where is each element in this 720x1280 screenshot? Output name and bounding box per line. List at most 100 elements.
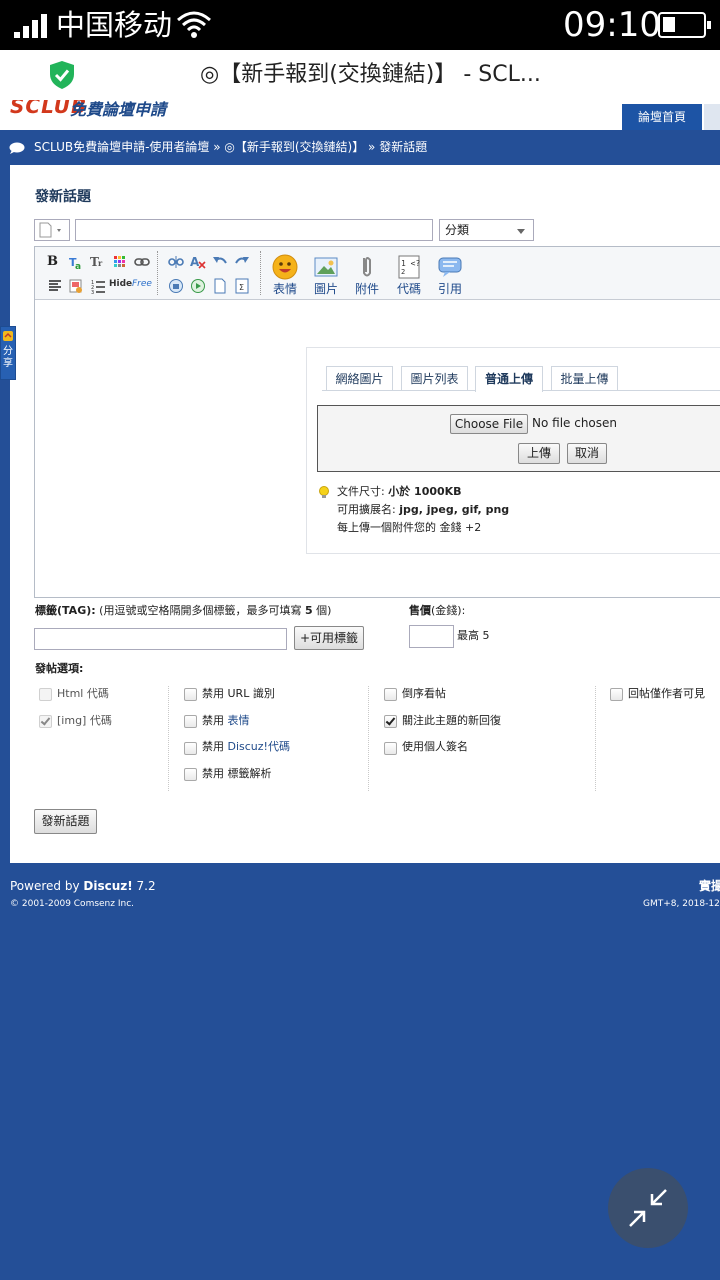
- price-unit: (金錢):: [431, 604, 466, 617]
- free-button[interactable]: Free: [132, 279, 154, 295]
- share-sidebar-button[interactable]: 分 享: [0, 326, 16, 380]
- category-select-label: 分類: [445, 223, 470, 237]
- disable-tag-parse-label: 禁用 標籤解析: [202, 767, 272, 780]
- disable-discuzcode-checkbox[interactable]: [184, 742, 197, 755]
- tab-batch-upload[interactable]: 批量上傳: [551, 366, 618, 391]
- shield-check-icon[interactable]: [48, 60, 76, 90]
- use-signature-checkbox[interactable]: [384, 742, 397, 755]
- tab-image-list[interactable]: 圖片列表: [401, 366, 468, 391]
- share-label-2: 享: [3, 358, 13, 369]
- price-input[interactable]: [409, 625, 454, 648]
- copyright: © 2001-2009 Comsenz Inc.: [10, 899, 135, 909]
- quote-button[interactable]: 引用: [433, 254, 467, 297]
- tag-input[interactable]: [34, 628, 287, 650]
- tag-label-title: 標籤(TAG):: [35, 604, 96, 617]
- follow-replies-label: 關注此主題的新回復: [402, 714, 501, 727]
- tag-hint: (用逗號或空格隔開多個標籤，最多可填寫: [99, 604, 305, 617]
- code-button[interactable]: 1 <? 2 代碼: [392, 254, 426, 297]
- float-icon[interactable]: [68, 278, 84, 294]
- smilies-link[interactable]: 表情: [228, 714, 250, 727]
- powered-prefix: Powered by: [10, 879, 84, 893]
- link-icon[interactable]: [134, 254, 150, 270]
- remove-format-icon[interactable]: A: [190, 254, 206, 270]
- disable-smilies-label: 禁用 表情: [202, 714, 250, 728]
- page-title[interactable]: ◎【新手報到(交換鏈結)】 - SCL...: [200, 60, 541, 90]
- footer-link[interactable]: 實撮: [699, 878, 720, 894]
- quote-label: 引用: [437, 282, 462, 296]
- collapse-arrows-icon: [629, 1189, 667, 1227]
- share-icon: [3, 331, 13, 341]
- reverse-order-checkbox[interactable]: [384, 688, 397, 701]
- font-size-icon[interactable]: Tr: [90, 254, 106, 270]
- clock: 09:10: [563, 5, 661, 45]
- tag-hint-end: 個): [312, 604, 332, 617]
- svg-text:2: 2: [401, 268, 405, 276]
- html-code-checkbox[interactable]: [39, 688, 52, 701]
- tab-web-image[interactable]: 網絡圖片: [326, 366, 393, 391]
- list-icon[interactable]: 123: [90, 278, 106, 294]
- disable-prefix: 禁用: [202, 714, 228, 727]
- no-file-text: No file chosen: [532, 416, 618, 430]
- discuzcode-link[interactable]: Discuz!代碼: [228, 740, 290, 753]
- font-color-icon[interactable]: Ta: [68, 254, 84, 270]
- hide-button[interactable]: Hide: [109, 279, 132, 295]
- redo-icon[interactable]: [234, 254, 250, 270]
- file-size-label: 文件尺寸:: [337, 485, 385, 498]
- carrier-name: 中国移动: [56, 8, 173, 42]
- bold-icon[interactable]: B: [47, 254, 63, 270]
- breadcrumb[interactable]: SCLUB免費論壇申請-使用者論壇 » ◎【新手報到(交換鏈結)】 » 發新話題: [34, 139, 427, 155]
- disable-smilies-checkbox[interactable]: [184, 715, 197, 728]
- available-tags-button[interactable]: +可用標籤: [294, 626, 364, 650]
- follow-replies-checkbox[interactable]: [384, 715, 397, 728]
- emoji-button[interactable]: 表情: [268, 254, 302, 297]
- check-icon: [40, 715, 51, 726]
- choose-file-button[interactable]: Choose File: [450, 414, 528, 434]
- cancel-button[interactable]: 取消: [567, 443, 607, 464]
- use-signature-label: 使用個人簽名: [402, 740, 468, 753]
- image-icon: [314, 257, 338, 277]
- tag-label: 標籤(TAG): (用逗號或空格隔開多個標籤，最多可填寫 5 個): [35, 604, 331, 618]
- svg-text:A: A: [190, 255, 200, 269]
- discuz-link[interactable]: Discuz!: [83, 879, 132, 893]
- img-code-checkbox[interactable]: [39, 715, 52, 728]
- code-icon: 1 <?2: [398, 255, 420, 279]
- undo-icon[interactable]: [212, 254, 228, 270]
- price-label-title: 售價: [409, 604, 431, 617]
- quote-bubble-icon: [438, 257, 462, 277]
- disable-tag-parse-checkbox[interactable]: [184, 768, 197, 781]
- media-icon[interactable]: [190, 278, 206, 294]
- lightbulb-icon: [319, 486, 329, 498]
- exit-fullscreen-button[interactable]: [608, 1168, 688, 1248]
- price-max: 最高 5: [457, 629, 490, 642]
- table-icon[interactable]: Σ: [234, 278, 250, 294]
- paperclip-icon: [363, 257, 371, 277]
- flash-icon[interactable]: [168, 278, 184, 294]
- options-divider: [168, 686, 169, 791]
- upload-reward-info: 每上傳一個附件您的 金錢 +2: [337, 521, 482, 534]
- author-only-checkbox[interactable]: [610, 688, 623, 701]
- page-icon[interactable]: [212, 278, 228, 294]
- nav-next-tab[interactable]: [704, 104, 720, 130]
- category-select[interactable]: 分類: [439, 219, 534, 241]
- disable-url-checkbox[interactable]: [184, 688, 197, 701]
- tab-normal-upload[interactable]: 普通上傳: [475, 366, 543, 392]
- file-size-info: 文件尺寸: 小於 1000KB: [337, 485, 462, 499]
- attachment-button[interactable]: 附件: [350, 254, 384, 297]
- upload-button[interactable]: 上傳: [518, 443, 560, 464]
- toolbar-divider: [260, 251, 261, 295]
- file-ext-label: 可用擴展名:: [337, 503, 396, 516]
- attachment-label: 附件: [354, 282, 379, 296]
- align-icon[interactable]: [47, 278, 63, 294]
- version: 7.2: [132, 879, 156, 893]
- author-only-label: 回帖僅作者可見: [628, 687, 705, 700]
- powered-by: Powered by Discuz! 7.2: [10, 878, 156, 894]
- post-icon-select[interactable]: [34, 219, 70, 241]
- image-button[interactable]: 圖片: [309, 254, 343, 297]
- submit-post-button[interactable]: 發新話題: [34, 809, 97, 834]
- unlink-icon[interactable]: [168, 254, 184, 270]
- signal-icon: [14, 14, 48, 38]
- color-grid-icon[interactable]: [112, 254, 128, 270]
- smiley-icon: [272, 254, 298, 280]
- subject-input[interactable]: [75, 219, 433, 241]
- nav-home-tab[interactable]: 論壇首頁: [622, 104, 702, 130]
